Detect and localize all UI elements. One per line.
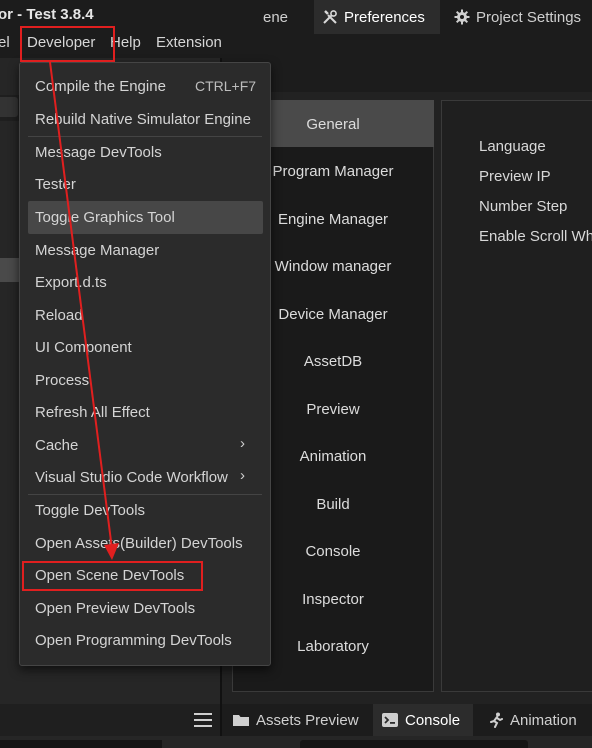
tab-console-label: Console <box>405 711 461 729</box>
tab-animation[interactable]: Animation <box>480 704 585 736</box>
folder-icon <box>233 715 249 726</box>
console-search-field[interactable] <box>300 740 528 748</box>
setting-number-step-label: Number Step <box>479 198 568 215</box>
hierarchy-selected-row[interactable] <box>0 258 20 282</box>
menu-item-ui-component[interactable]: UI Component <box>35 339 132 356</box>
tab-scene[interactable]: ene <box>255 0 296 34</box>
menu-item-rebuild-native-simulator[interactable]: Rebuild Native Simulator Engine <box>35 111 251 128</box>
menu-item-toggle-devtools[interactable]: Toggle DevTools <box>35 502 145 519</box>
menu-item-open-preview-devtools[interactable]: Open Preview DevTools <box>35 600 195 617</box>
chevron-right-icon: › <box>240 435 245 452</box>
menu-developer[interactable]: Developer <box>27 34 95 51</box>
tab-project-settings[interactable]: Project Settings <box>446 0 589 34</box>
tab-project-settings-label: Project Settings <box>476 8 582 26</box>
menu-item-reload[interactable]: Reload <box>35 307 83 324</box>
tab-assets-preview-label: Assets Preview <box>256 711 359 729</box>
asset-search-field[interactable] <box>0 740 162 748</box>
menu-separator <box>28 494 262 495</box>
menu-separator <box>28 136 262 137</box>
window-title: or - Test 3.8.4 <box>0 6 94 23</box>
menu-item-tester[interactable]: Tester <box>35 176 76 193</box>
menu-panel[interactable]: el <box>0 34 10 51</box>
console-icon <box>382 713 398 727</box>
hamburger-menu-icon[interactable] <box>194 712 212 728</box>
hierarchy-search-field[interactable] <box>0 97 18 117</box>
setting-enable-scroll-label: Enable Scroll Wh <box>479 228 592 245</box>
menu-item-cache[interactable]: Cache <box>35 437 78 454</box>
menu-item-compile-shortcut: CTRL+F7 <box>195 78 257 94</box>
tab-scene-label: ene <box>263 8 289 26</box>
tab-animation-label: Animation <box>510 711 577 729</box>
tab-assets-preview[interactable]: Assets Preview <box>224 704 367 736</box>
menu-bar: el Developer Help Extension <box>0 30 592 58</box>
running-icon <box>490 712 503 728</box>
menu-item-compile-engine[interactable]: Compile the Engine <box>35 78 166 95</box>
bottom-status-bar <box>0 736 592 748</box>
tab-preferences[interactable]: Preferences <box>314 0 440 34</box>
menu-item-open-assets-devtools[interactable]: Open Assets(Builder) DevTools <box>35 535 243 552</box>
preferences-settings-pane <box>441 100 592 692</box>
menu-item-message-manager[interactable]: Message Manager <box>35 242 159 259</box>
menu-item-process[interactable]: Process <box>35 372 89 389</box>
tab-preferences-label: Preferences <box>344 8 425 26</box>
menu-help[interactable]: Help <box>110 34 141 51</box>
menu-item-refresh-all-effect[interactable]: Refresh All Effect <box>35 404 150 421</box>
setting-language-label: Language <box>479 138 546 155</box>
menu-item-export-dts[interactable]: Export.d.ts <box>35 274 107 291</box>
menu-item-toggle-graphics-tool[interactable]: Toggle Graphics Tool <box>35 209 175 226</box>
menu-item-open-scene-devtools[interactable]: Open Scene DevTools <box>35 567 184 584</box>
setting-preview-ip-label: Preview IP <box>479 168 551 185</box>
chevron-right-icon: › <box>240 467 245 484</box>
editor-tab-bar <box>222 58 592 92</box>
tools-icon <box>323 10 337 24</box>
menu-extension[interactable]: Extension <box>156 34 222 51</box>
menu-item-message-devtools[interactable]: Message DevTools <box>35 144 162 161</box>
tab-console[interactable]: Console <box>373 704 473 736</box>
gear-icon <box>454 9 470 25</box>
menu-item-vscode-workflow[interactable]: Visual Studio Code Workflow <box>35 469 228 486</box>
menu-item-open-programming-devtools[interactable]: Open Programming DevTools <box>35 632 232 649</box>
